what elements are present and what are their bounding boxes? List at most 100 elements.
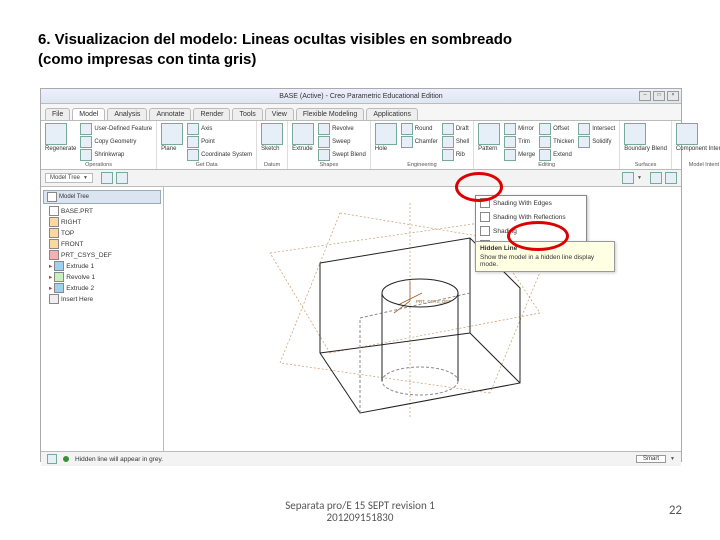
tab-flexible-modeling[interactable]: Flexible Modeling	[296, 108, 364, 120]
rib-icon	[442, 149, 454, 161]
solidify-icon	[578, 136, 590, 148]
maximize-button[interactable]: □	[653, 91, 665, 101]
status-bullet-icon	[63, 456, 69, 462]
trim-icon	[504, 136, 516, 148]
tree-icon	[47, 192, 57, 202]
sketch-button[interactable]: Sketch	[261, 146, 283, 152]
tab-model[interactable]: Model	[72, 108, 105, 120]
sketch-icon	[261, 123, 283, 145]
component-interface-button[interactable]: Component Interface	[676, 146, 720, 152]
csys-button[interactable]: Coordinate System	[187, 149, 252, 161]
tree-item[interactable]: ▸Extrude 1	[43, 261, 161, 272]
thicken-icon	[539, 136, 551, 148]
extend-button[interactable]: Extend	[539, 149, 574, 161]
window-controls: – □ ×	[639, 91, 679, 101]
extrude-button[interactable]: Extrude	[292, 146, 314, 152]
pattern-button[interactable]: Pattern	[478, 146, 500, 152]
tab-analysis[interactable]: Analysis	[107, 108, 147, 120]
merge-button[interactable]: Merge	[504, 149, 535, 161]
swept-blend-button[interactable]: Swept Blend	[318, 149, 366, 161]
annotation-circle-menu	[507, 221, 569, 251]
status-icon-1[interactable]	[47, 454, 57, 464]
status-bar: Hidden line will appear in grey. Smart ▼	[41, 451, 681, 466]
thicken-button[interactable]: Thicken	[539, 136, 574, 148]
annotation-circle-toolbar	[455, 172, 503, 202]
round-button[interactable]: Round	[401, 123, 438, 135]
sweep-icon	[318, 136, 330, 148]
axis-button[interactable]: Axis	[187, 123, 252, 135]
plane-button[interactable]: Plane	[161, 146, 183, 152]
ribbon-tabs: File Model Analysis Annotate Render Tool…	[41, 104, 681, 121]
tab-view[interactable]: View	[265, 108, 294, 120]
group-title-datum: Datum	[264, 162, 280, 168]
tree-item[interactable]: Insert Here	[43, 294, 161, 305]
sub-icon-4[interactable]	[665, 172, 677, 184]
tree-item[interactable]: ▸Revolve 1	[43, 272, 161, 283]
tree-item[interactable]: ▸Extrude 2	[43, 283, 161, 294]
shrinkwrap-button[interactable]: Shrinkwrap	[80, 149, 152, 161]
datum-plane-icon	[49, 228, 59, 238]
canvas[interactable]: PRT_CSYS_DEF	[164, 187, 681, 451]
trim-button[interactable]: Trim	[504, 136, 535, 148]
draft-button[interactable]: Draft	[442, 123, 469, 135]
hole-button[interactable]: Hole	[375, 146, 397, 152]
boundary-blend-button[interactable]: Boundary Blend	[624, 146, 667, 152]
chamfer-button[interactable]: Chamfer	[401, 136, 438, 148]
tree-item[interactable]: PRT_CSYS_DEF	[43, 250, 161, 261]
tab-file[interactable]: File	[45, 108, 70, 120]
sub-icon-3[interactable]	[650, 172, 662, 184]
point-button[interactable]: Point	[187, 136, 252, 148]
ribbon-group-shapes: Extrude Revolve Sweep Swept Blend Shapes	[288, 121, 371, 169]
copy-geometry-button[interactable]: Copy Geometry	[80, 136, 152, 148]
part-icon	[49, 206, 59, 216]
close-button[interactable]: ×	[667, 91, 679, 101]
model-tree-title: Model Tree	[59, 194, 89, 200]
pattern-icon	[478, 123, 500, 145]
sweep-button[interactable]: Sweep	[318, 136, 366, 148]
ribbon-group-editing: Pattern Mirror Trim Merge Offset Thicken…	[474, 121, 620, 169]
tab-tools[interactable]: Tools	[232, 108, 262, 120]
rib-button[interactable]: Rib	[442, 149, 469, 161]
display-style-button[interactable]	[622, 172, 634, 184]
group-title-surfaces: Surfaces	[635, 162, 657, 168]
minimize-button[interactable]: –	[639, 91, 651, 101]
status-message: Hidden line will appear in grey.	[75, 456, 163, 463]
shading-reflections-icon	[480, 212, 490, 222]
extrude-icon	[54, 261, 64, 271]
tab-applications[interactable]: Applications	[366, 108, 418, 120]
group-title-modelintent: Model Intent	[689, 162, 719, 168]
titlebar: BASE (Active) - Creo Parametric Educatio…	[41, 89, 681, 104]
shell-icon	[442, 136, 454, 148]
tab-annotate[interactable]: Annotate	[149, 108, 191, 120]
tree-root[interactable]: BASE.PRT	[43, 206, 161, 217]
shell-button[interactable]: Shell	[442, 136, 469, 148]
mirror-button[interactable]: Mirror	[504, 123, 535, 135]
selection-filter[interactable]: Smart	[636, 455, 666, 463]
plane-icon	[161, 123, 183, 145]
tree-item[interactable]: RIGHT	[43, 217, 161, 228]
tab-render[interactable]: Render	[193, 108, 230, 120]
body-area: Model Tree BASE.PRT RIGHT TOP FRONT PRT_…	[41, 187, 681, 451]
tree-item[interactable]: TOP	[43, 228, 161, 239]
offset-button[interactable]: Offset	[539, 123, 574, 135]
user-defined-feature-button[interactable]: User-Defined Feature	[80, 123, 152, 135]
sub-icon-2[interactable]	[116, 172, 128, 184]
swept-blend-icon	[318, 149, 330, 161]
udf-icon	[80, 123, 92, 135]
revolve-button[interactable]: Revolve	[318, 123, 366, 135]
window-title: BASE (Active) - Creo Parametric Educatio…	[279, 93, 442, 100]
extrude-icon	[292, 123, 314, 145]
ribbon-group-surfaces: Boundary Blend Surfaces	[620, 121, 672, 169]
ribbon-group-engineering: Hole Round Chamfer Draft Shell Rib Engin…	[371, 121, 474, 169]
model-tree-header: Model Tree	[43, 190, 161, 204]
sub-modeltree-dropdown[interactable]: Model Tree▼	[45, 173, 93, 183]
copy-geometry-icon	[80, 136, 92, 148]
ribbon: Regenerate User-Defined Feature Copy Geo…	[41, 121, 681, 170]
sub-icon-1[interactable]	[101, 172, 113, 184]
tree-item[interactable]: FRONT	[43, 239, 161, 250]
solidify-button[interactable]: Solidify	[578, 136, 615, 148]
regenerate-button[interactable]: Regenerate	[45, 146, 76, 152]
intersect-button[interactable]: Intersect	[578, 123, 615, 135]
slide-title: 6. Visualizacion del modelo: Lineas ocul…	[38, 30, 682, 69]
group-title-editing: Editing	[538, 162, 555, 168]
